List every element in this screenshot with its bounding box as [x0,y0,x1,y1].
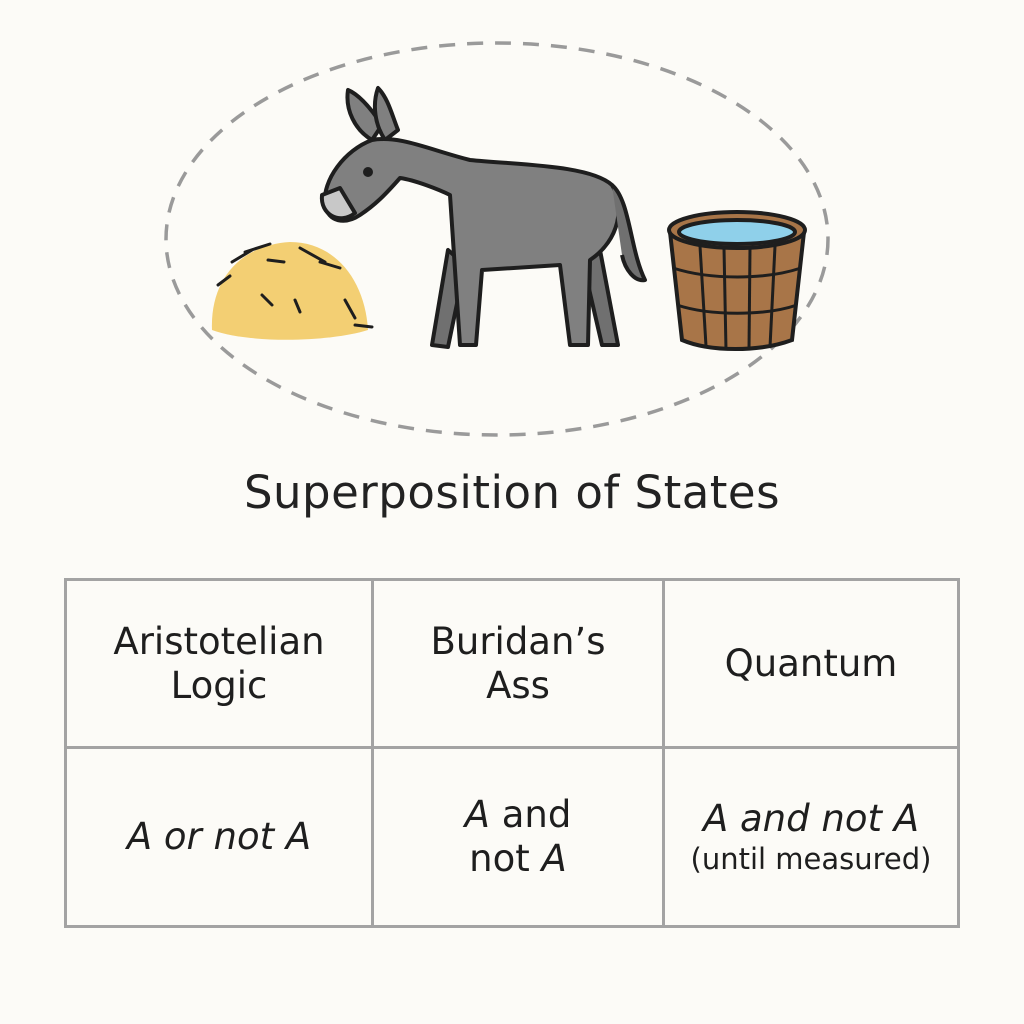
header-line: Logic [170,663,268,707]
water-bucket-icon [667,210,807,351]
header-line: Buridan’s [430,619,606,663]
hay-pile-icon [211,242,374,340]
header-line: Ass [486,663,550,707]
header-line: Aristotelian [113,619,325,663]
donkey-icon [319,86,647,349]
diagram-title: Superposition of States [243,466,781,519]
cell-aristotelian: A or not A [64,746,374,928]
var-a: A [464,793,490,836]
header-aristotelian-logic: Aristotelian Logic [64,578,374,749]
cell-quantum: A and not A (until measured) [662,746,960,928]
value-row: A or not A A and not A A and not A (until … [64,746,960,928]
header-quantum: Quantum [662,578,960,749]
cell-buridan: A and not A [371,746,665,928]
var-a: A [541,837,567,880]
donkey-illustration [164,41,830,437]
header-buridans-ass: Buridan’s Ass [371,578,665,749]
connective: or not [152,815,286,858]
connective: and [489,793,572,836]
var-a: A [285,815,312,858]
comparison-table: Aristotelian Logic Buridan’s Ass Quantum A… [64,578,960,928]
header-row: Aristotelian Logic Buridan’s Ass Quantum [64,578,960,749]
cell-note: (until measured) [690,842,932,876]
cell-text: A and not A [702,797,920,840]
connective: not [469,837,542,880]
cell-text: A or not A [127,815,311,858]
header-line: Quantum [724,641,898,685]
var-a: A [126,815,153,858]
